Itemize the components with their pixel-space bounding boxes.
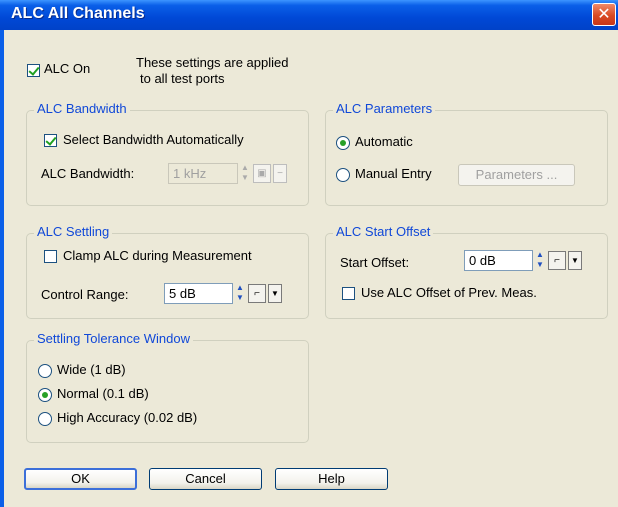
start-offset-input[interactable]: 0 dB [464, 250, 533, 271]
tolerance-wide-radio[interactable] [38, 364, 52, 378]
alc-bandwidth-spinner[interactable]: ▲ ▼ [240, 163, 250, 184]
chevron-down-icon: ▼ [271, 289, 279, 298]
alc-settling-group-label: ALC Settling [34, 224, 113, 239]
settling-tolerance-group-label: Settling Tolerance Window [34, 331, 193, 346]
manual-entry-radio[interactable] [336, 168, 350, 182]
spin-down-icon: ▼ [236, 293, 244, 302]
manual-entry-radio-label: Manual Entry [355, 166, 432, 181]
chevron-down-icon: ▼ [571, 256, 579, 265]
minus-icon: − [277, 168, 283, 179]
clamp-alc-checkbox[interactable] [44, 250, 57, 263]
select-bandwidth-auto-checkbox[interactable] [44, 134, 57, 147]
control-range-dropdown-button[interactable]: ▼ [268, 284, 282, 303]
tolerance-normal-label: Normal (0.1 dB) [57, 386, 149, 401]
alc-bandwidth-field-label: ALC Bandwidth: [41, 166, 135, 181]
control-range-input[interactable]: 5 dB [164, 283, 233, 304]
automatic-radio-label: Automatic [355, 134, 413, 149]
step-icon: ⌐ [554, 255, 560, 266]
alc-on-checkbox[interactable] [27, 64, 40, 77]
window-left-border [0, 30, 4, 507]
automatic-radio[interactable] [336, 136, 350, 150]
spin-down-icon: ▼ [241, 173, 249, 182]
alc-settling-group [26, 233, 309, 319]
spin-up-icon: ▲ [536, 250, 544, 259]
alc-bandwidth-group-label: ALC Bandwidth [34, 101, 130, 116]
step-icon: ▣ [257, 168, 267, 179]
spin-up-icon: ▲ [236, 283, 244, 292]
alc-parameters-group [325, 110, 608, 206]
control-range-step-button[interactable]: ⌐ [248, 284, 266, 303]
select-bandwidth-auto-label: Select Bandwidth Automatically [63, 132, 244, 147]
alc-on-label: ALC On [44, 61, 91, 76]
use-prev-offset-checkbox[interactable] [342, 287, 355, 300]
close-button[interactable]: ✕ [592, 3, 616, 26]
alc-bandwidth-input[interactable]: 1 kHz [168, 163, 238, 184]
parameters-button[interactable]: Parameters ... [458, 164, 575, 186]
control-range-label: Control Range: [41, 287, 129, 302]
bandwidth-dropdown-button[interactable]: − [273, 164, 287, 183]
alc-start-offset-group [325, 233, 608, 319]
close-icon: ✕ [597, 6, 611, 23]
cancel-button[interactable]: Cancel [149, 468, 262, 490]
ok-button[interactable]: OK [24, 468, 137, 490]
clamp-alc-label: Clamp ALC during Measurement [63, 248, 252, 263]
start-offset-dropdown-button[interactable]: ▼ [568, 251, 582, 270]
start-offset-spinner[interactable]: ▲ ▼ [535, 250, 545, 271]
tolerance-wide-label: Wide (1 dB) [57, 362, 126, 377]
spin-up-icon: ▲ [241, 163, 249, 172]
tolerance-high-accuracy-radio[interactable] [38, 412, 52, 426]
tolerance-normal-radio[interactable] [38, 388, 52, 402]
alc-start-offset-group-label: ALC Start Offset [333, 224, 434, 239]
bandwidth-step-button[interactable]: ▣ [253, 164, 271, 183]
alc-on-note-line1: These settings are applied [136, 55, 289, 70]
alc-parameters-group-label: ALC Parameters [333, 101, 436, 116]
use-prev-offset-label: Use ALC Offset of Prev. Meas. [361, 285, 537, 300]
control-range-spinner[interactable]: ▲ ▼ [235, 283, 245, 304]
window-title: ALC All Channels [11, 5, 145, 22]
help-button[interactable]: Help [275, 468, 388, 490]
alc-bandwidth-group [26, 110, 309, 206]
alc-on-note-line2: to all test ports [140, 71, 225, 86]
step-icon: ⌐ [254, 288, 260, 299]
tolerance-high-accuracy-label: High Accuracy (0.02 dB) [57, 410, 198, 425]
spin-down-icon: ▼ [536, 260, 544, 269]
start-offset-step-button[interactable]: ⌐ [548, 251, 566, 270]
start-offset-label: Start Offset: [340, 255, 410, 270]
